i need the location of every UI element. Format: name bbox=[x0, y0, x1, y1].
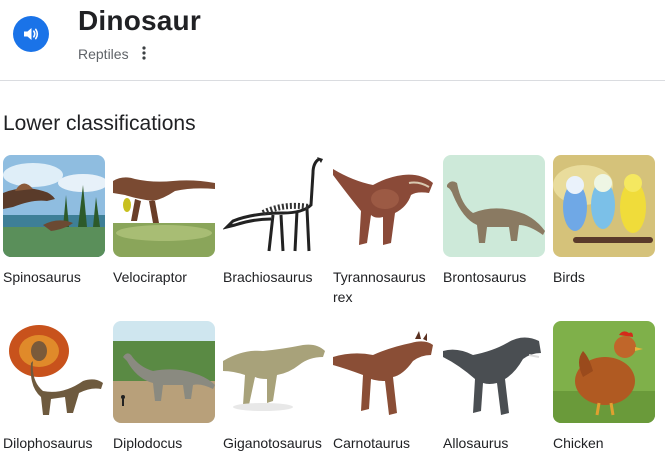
spinosaurus-image bbox=[3, 155, 105, 257]
card-giganotosaurus[interactable]: Giganotosaurus bbox=[223, 321, 325, 453]
page-title: Dinosaur bbox=[78, 5, 201, 36]
card-velociraptor[interactable]: Velociraptor bbox=[113, 155, 215, 287]
velociraptor-image bbox=[113, 155, 215, 257]
card-label: Brachiosaurus bbox=[223, 269, 313, 285]
birds-image bbox=[553, 155, 655, 257]
dilophosaurus-image bbox=[3, 321, 105, 423]
giganotosaurus-image bbox=[223, 321, 325, 423]
card-label: Giganotosaurus bbox=[223, 435, 322, 451]
card-diplodocus[interactable]: Diplodocus bbox=[113, 321, 215, 453]
card-tyrannosaurus-rex[interactable]: Tyrannosaurus rex bbox=[333, 155, 435, 307]
card-chicken[interactable]: Chicken bbox=[553, 321, 655, 453]
card-label: Tyrannosaurus rex bbox=[333, 269, 426, 305]
card-label: Chicken bbox=[553, 435, 604, 451]
card-spinosaurus[interactable]: Spinosaurus bbox=[3, 155, 105, 287]
section-title: Lower classifications bbox=[3, 112, 196, 135]
pronunciation-button[interactable] bbox=[13, 16, 49, 52]
entity-subtitle: Reptiles bbox=[78, 46, 129, 62]
card-label: Velociraptor bbox=[113, 269, 187, 285]
card-label: Spinosaurus bbox=[3, 269, 81, 285]
card-birds[interactable]: Birds bbox=[553, 155, 655, 287]
card-brontosaurus[interactable]: Brontosaurus bbox=[443, 155, 545, 287]
card-label: Carnotaurus bbox=[333, 435, 411, 451]
more-vert-icon bbox=[142, 46, 146, 60]
card-label: Diplodocus bbox=[113, 435, 183, 451]
card-dilophosaurus[interactable]: Dilophosaurus bbox=[3, 321, 105, 453]
volume-icon bbox=[24, 28, 39, 40]
card-label: Brontosaurus bbox=[443, 269, 527, 285]
carnotaurus-image bbox=[333, 321, 435, 423]
card-brachiosaurus[interactable]: Brachiosaurus bbox=[223, 155, 325, 287]
more-options-button[interactable] bbox=[136, 43, 152, 63]
brachiosaurus-image bbox=[223, 155, 325, 257]
allosaurus-image bbox=[443, 321, 545, 423]
card-label: Birds bbox=[553, 269, 585, 285]
card-allosaurus[interactable]: Allosaurus bbox=[443, 321, 545, 453]
card-carnotaurus[interactable]: Carnotaurus bbox=[333, 321, 435, 453]
entity-header: Dinosaur Reptiles bbox=[0, 0, 665, 81]
card-label: Allosaurus bbox=[443, 435, 509, 451]
diplodocus-image bbox=[113, 321, 215, 423]
card-label: Dilophosaurus bbox=[3, 435, 93, 451]
tyrannosaurus-rex-image bbox=[333, 155, 435, 257]
brontosaurus-image bbox=[443, 155, 545, 257]
chicken-image bbox=[553, 321, 655, 423]
